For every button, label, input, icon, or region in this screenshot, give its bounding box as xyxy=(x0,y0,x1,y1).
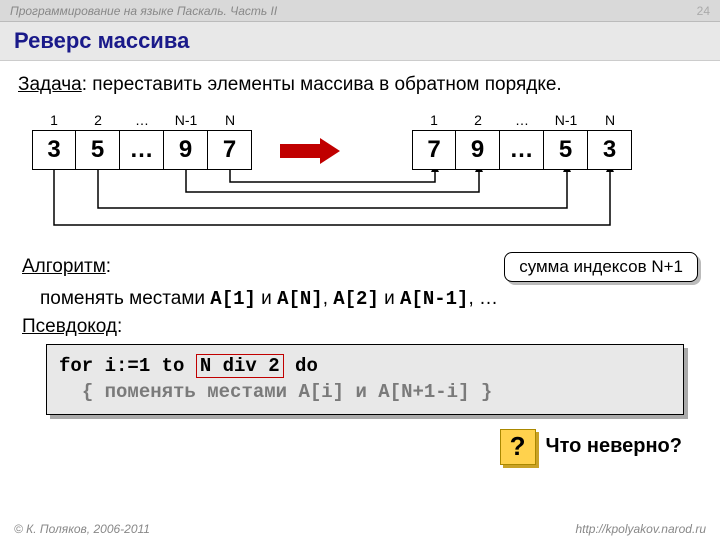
code-line-2: { поменять местами A[i] и A[N+1-i] } xyxy=(59,379,671,406)
cell: 5 xyxy=(76,130,120,170)
array-left: 35…97 xyxy=(32,130,252,170)
course-name: Программирование на языке Паскаль. Часть… xyxy=(10,4,277,18)
copyright: © К. Поляков, 2006-2011 xyxy=(14,522,150,536)
cell: … xyxy=(120,130,164,170)
array-right: 79…53 xyxy=(412,130,632,170)
labels-right: 12…N-1N xyxy=(412,112,632,128)
cell: 9 xyxy=(164,130,208,170)
swap-connectors xyxy=(32,170,712,250)
cell: 9 xyxy=(456,130,500,170)
task-text: Задача: переставить элементы массива в о… xyxy=(18,73,702,98)
question-mark-icon: ? xyxy=(500,429,536,465)
task-label: Задача xyxy=(18,74,82,95)
arrow-icon xyxy=(280,136,360,166)
content: Задача: переставить элементы массива в о… xyxy=(0,61,720,465)
question-row: ? Что неверно? xyxy=(18,429,682,465)
index-sum-badge: сумма индексов N+1 xyxy=(504,252,698,282)
title-bar: Реверс массива xyxy=(0,22,720,61)
code-line-1: for i:=1 to N div 2 do xyxy=(59,353,671,380)
cell: … xyxy=(500,130,544,170)
cell: 3 xyxy=(32,130,76,170)
highlighted-expr: N div 2 xyxy=(196,354,284,378)
code-box: for i:=1 to N div 2 do { поменять местам… xyxy=(46,344,684,415)
slide-header: Программирование на языке Паскаль. Часть… xyxy=(0,0,720,22)
slide-footer: © К. Поляков, 2006-2011 http://kpolyakov… xyxy=(0,522,720,536)
slide-title: Реверс массива xyxy=(14,28,706,54)
labels-left: 12…N-1N xyxy=(32,112,252,128)
cell: 3 xyxy=(588,130,632,170)
array-diagram: 12…N-1N 35…97 12…N-1N 79…53 xyxy=(32,112,688,252)
cell: 7 xyxy=(412,130,456,170)
pseudocode-label: Псевдокод: xyxy=(22,316,698,338)
swap-description: поменять местами A[1] и A[N], A[2] и A[N… xyxy=(40,288,698,310)
footer-url: http://kpolyakov.narod.ru xyxy=(575,522,706,536)
algorithm-label: Алгоритм: xyxy=(22,256,111,278)
cell: 5 xyxy=(544,130,588,170)
algorithm-row: Алгоритм: сумма индексов N+1 xyxy=(22,252,698,282)
question-text: Что неверно? xyxy=(546,435,682,458)
page-number: 24 xyxy=(697,4,710,18)
cell: 7 xyxy=(208,130,252,170)
